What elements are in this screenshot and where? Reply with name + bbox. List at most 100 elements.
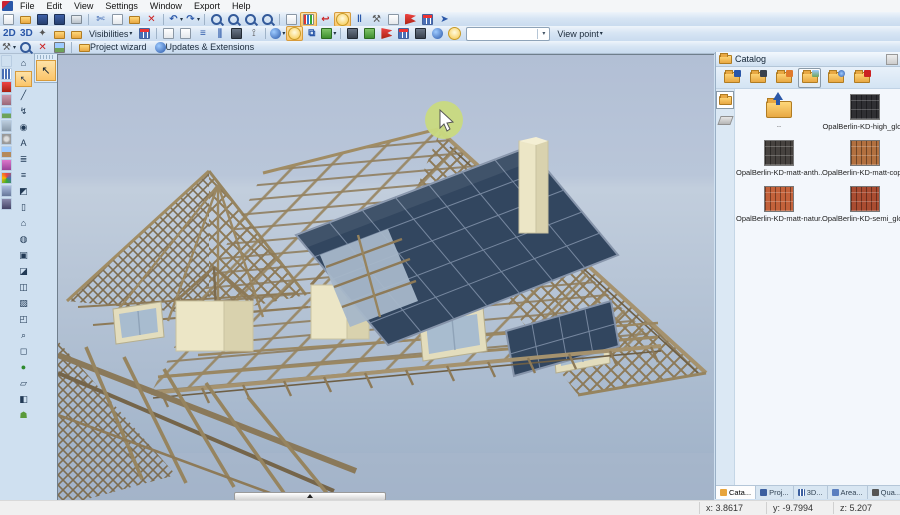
material-button[interactable]: ▾	[320, 26, 337, 41]
map-icon[interactable]	[1, 120, 12, 132]
shield-icon[interactable]	[1, 198, 12, 210]
roof3-tool[interactable]: ◫	[15, 279, 32, 295]
view-2d-button[interactable]: 2D	[0, 26, 17, 41]
catalog-objects-button[interactable]	[746, 68, 769, 88]
walkthrough-button[interactable]: ⟟	[245, 26, 262, 41]
blue-grid-button[interactable]	[395, 26, 412, 41]
paste-button[interactable]	[126, 12, 143, 27]
dart-green-button[interactable]	[361, 26, 378, 41]
find-button[interactable]	[17, 40, 34, 55]
binoculars-tool[interactable]: ◉	[15, 119, 32, 135]
zoom-in-button[interactable]	[208, 12, 225, 27]
columns-button[interactable]: ‖	[351, 12, 368, 27]
camera-button[interactable]	[51, 26, 68, 41]
catalog-item-tile[interactable]: OpalBerlin-KD-semi_glo...	[822, 183, 900, 223]
flag-icon[interactable]	[1, 81, 12, 93]
catalog-materials-button[interactable]	[772, 68, 795, 88]
ok-tool[interactable]: ●	[15, 359, 32, 375]
menu-help[interactable]: Help	[227, 0, 256, 12]
redo-button[interactable]: ↷▾	[184, 12, 201, 27]
menu-file[interactable]: File	[15, 0, 40, 12]
measure-tool[interactable]: ↯	[15, 103, 32, 119]
combo-dropdown-icon[interactable]: ▾	[537, 29, 549, 39]
section-tool[interactable]: ◧	[15, 391, 32, 407]
photo-icon[interactable]	[1, 146, 12, 158]
tab-quantities[interactable]: Qua...	[868, 486, 900, 499]
select-tool[interactable]: ↖	[15, 71, 32, 87]
search-tool[interactable]: ⌕	[15, 327, 32, 343]
viewport-3d[interactable]	[57, 54, 714, 500]
tab-3d[interactable]: 3D...	[794, 486, 828, 499]
category-folders-button[interactable]	[716, 91, 734, 109]
world-options-button[interactable]: ▾	[269, 26, 286, 41]
delete-button[interactable]: ✕	[143, 12, 160, 27]
roof-tool[interactable]: ◩	[15, 183, 32, 199]
window-cascade-button[interactable]	[160, 26, 177, 41]
menu-view[interactable]: View	[69, 0, 98, 12]
menu-settings[interactable]: Settings	[100, 0, 143, 12]
project-wizard-button[interactable]: Project wizard	[75, 40, 151, 55]
render-button[interactable]: ✦	[34, 26, 51, 41]
pointer-blue-button[interactable]: ➤	[436, 12, 453, 27]
cut-button[interactable]: ✄	[92, 12, 109, 27]
corner-tool[interactable]: ◰	[15, 311, 32, 327]
grid-flag-button[interactable]	[419, 12, 436, 27]
viewpoint-combobox[interactable]: ▾	[466, 27, 550, 41]
viewpoint-dropdown[interactable]: View point▾	[553, 26, 606, 41]
tools-button[interactable]: ⚒	[368, 12, 385, 27]
palette-grid-icon[interactable]	[1, 172, 12, 184]
wall-tool[interactable]: ▯	[15, 199, 32, 215]
tab-area[interactable]: Area...	[828, 486, 868, 499]
copy-button[interactable]	[109, 12, 126, 27]
folder-tool[interactable]: ▱	[15, 375, 32, 391]
flag-button[interactable]	[402, 12, 419, 27]
scene-folder-button[interactable]	[68, 26, 85, 41]
picture-icon[interactable]	[1, 185, 12, 197]
zoom-region-button[interactable]	[259, 12, 276, 27]
zoom-fit-button[interactable]	[242, 12, 259, 27]
catalog-export-button[interactable]	[850, 68, 873, 88]
undo-button[interactable]: ↶▾	[167, 12, 184, 27]
menu-window[interactable]: Window	[145, 0, 187, 12]
category-layers-button[interactable]	[716, 111, 734, 129]
back-button[interactable]: ↩	[317, 12, 334, 27]
view-3d-button[interactable]: 3D	[17, 26, 34, 41]
history-button[interactable]	[334, 12, 351, 27]
tab-project[interactable]: Proj...	[756, 486, 794, 499]
catalog-item-up[interactable]: ..	[736, 91, 822, 129]
grid-icon[interactable]	[1, 68, 12, 80]
open-file-button[interactable]	[17, 12, 34, 27]
house-tool[interactable]: ⌂	[15, 55, 32, 71]
levels-tool[interactable]: ≡	[15, 167, 32, 183]
active-select-tool[interactable]: ↖	[36, 60, 56, 81]
timer-button[interactable]	[446, 26, 463, 41]
catalog-item-tile[interactable]: OpalBerlin-KD-matt-natur...	[736, 183, 822, 223]
window-dark-button[interactable]	[228, 26, 245, 41]
save-all-button[interactable]	[51, 12, 68, 27]
target-icon[interactable]	[1, 133, 12, 145]
house2-tool[interactable]: ⌂	[15, 215, 32, 231]
image-icon[interactable]	[1, 107, 12, 119]
updates-extensions-button[interactable]: Updates & Extensions	[151, 40, 259, 55]
light-button[interactable]	[286, 26, 303, 41]
catalog-import-button[interactable]	[720, 68, 743, 88]
panel-options-button[interactable]	[886, 54, 898, 65]
refresh-button[interactable]	[283, 12, 300, 27]
new-file-button[interactable]	[0, 12, 17, 27]
roof2-tool[interactable]: ◪	[15, 263, 32, 279]
statistics-button[interactable]	[300, 12, 317, 27]
window-split-button[interactable]: ≡	[194, 26, 211, 41]
text-tool[interactable]: A	[15, 135, 32, 151]
block-tool[interactable]: ◻	[15, 343, 32, 359]
catalog-web-button[interactable]	[824, 68, 847, 88]
save-button[interactable]	[34, 12, 51, 27]
print-button[interactable]	[68, 12, 85, 27]
line-tool[interactable]: ╱	[15, 87, 32, 103]
catalog-item-tile[interactable]: OpalBerlin-KD-matt-anth...	[736, 137, 822, 177]
dart-red-button[interactable]	[378, 26, 395, 41]
edit-window-button[interactable]	[385, 12, 402, 27]
window-columns-button[interactable]: ∥	[211, 26, 228, 41]
palette-grip[interactable]	[37, 55, 55, 59]
link-button[interactable]: ⧉	[303, 26, 320, 41]
stairs-tool[interactable]: ≣	[15, 151, 32, 167]
